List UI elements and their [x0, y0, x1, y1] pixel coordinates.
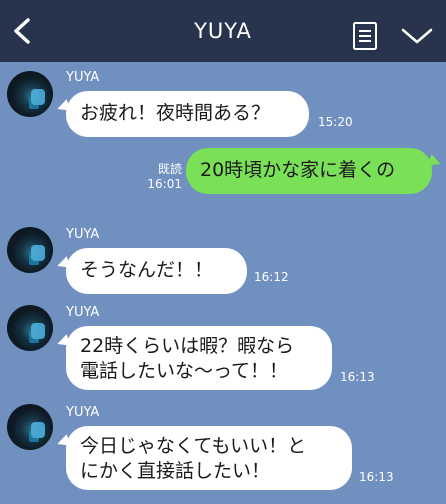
- message-bubble[interactable]: お疲れ！夜時間ある？: [66, 91, 309, 137]
- sender-name: YUYA: [66, 305, 100, 320]
- message-text: 20時頃かな家に着くの: [200, 159, 396, 181]
- chat-title: YUYA: [194, 19, 252, 43]
- sender-name: YUYA: [66, 70, 100, 85]
- sender-name: YUYA: [66, 227, 100, 242]
- avatar[interactable]: [7, 71, 53, 117]
- avatar[interactable]: [7, 404, 53, 450]
- avatar[interactable]: [7, 305, 53, 351]
- chat-header: YUYA: [0, 0, 446, 62]
- message-time: 16:13: [340, 370, 375, 384]
- notes-button[interactable]: [351, 21, 379, 51]
- avatar[interactable]: [7, 227, 53, 273]
- message-time: 16:01: [147, 177, 182, 191]
- collapse-button[interactable]: [400, 24, 434, 48]
- read-label: 既読: [157, 162, 182, 176]
- read-receipt: 既読 16:01: [146, 162, 182, 192]
- message-time: 15:20: [318, 115, 353, 129]
- chevron-down-icon: [401, 28, 433, 44]
- notes-icon: [353, 22, 377, 50]
- message-time: 16:12: [254, 270, 289, 284]
- message-text-line: にかく直接話したい！: [80, 460, 271, 482]
- message-text: そうなんだ！！: [80, 259, 214, 281]
- message-bubble[interactable]: 今日じゃなくてもいい！と にかく直接話したい！: [66, 426, 352, 490]
- message-text-line: 22時くらいは暇？暇なら: [80, 335, 295, 357]
- message-text: お疲れ！夜時間ある？: [80, 102, 271, 124]
- message-text-line: 今日じゃなくてもいい！と: [80, 435, 307, 457]
- message-time: 16:13: [359, 470, 394, 484]
- message-bubble[interactable]: 22時くらいは暇？暇なら 電話したいな〜って！！: [66, 326, 332, 390]
- back-button[interactable]: [8, 14, 38, 48]
- back-chevron-icon: [14, 18, 30, 44]
- sender-name: YUYA: [66, 405, 100, 420]
- message-bubble[interactable]: 20時頃かな家に着くの: [186, 148, 432, 194]
- message-bubble[interactable]: そうなんだ！！: [66, 248, 247, 294]
- message-text-line: 電話したいな〜って！！: [80, 360, 289, 382]
